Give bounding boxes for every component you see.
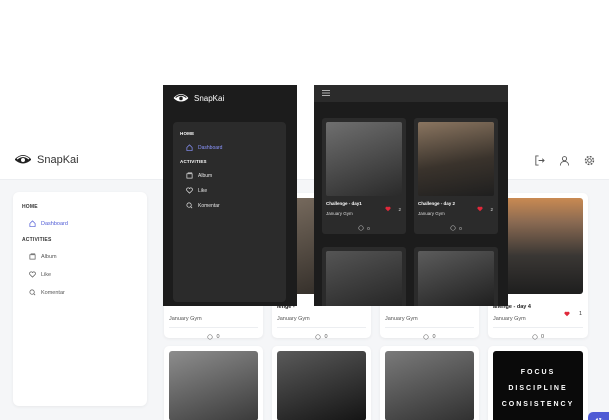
sidebar-item-dashboard[interactable]: Dashboard — [22, 216, 138, 231]
post-author: January Gym — [385, 316, 418, 322]
comment-count[interactable]: 0 — [488, 334, 588, 340]
post-title: Challenge - day 2 — [418, 201, 456, 206]
divider — [169, 327, 258, 328]
post-card[interactable] — [164, 346, 263, 420]
heart-icon — [385, 206, 392, 212]
app-background: SnapKai HOME Dashboard ACTIVITIES Album … — [0, 140, 609, 420]
post-author: January Gym — [493, 316, 526, 322]
mobile-topbar — [314, 85, 508, 102]
heart-icon — [477, 206, 484, 212]
settings-fab[interactable] — [588, 412, 609, 420]
comment-icon — [532, 334, 538, 340]
logout-icon[interactable] — [534, 155, 545, 166]
top-bar: SnapKai — [0, 140, 609, 180]
home-icon — [186, 144, 193, 151]
post-card[interactable] — [414, 247, 498, 306]
comment-icon — [423, 334, 430, 340]
heart-icon — [564, 311, 570, 317]
sidebar-panel: HOME Dashboard ACTIVITIES Album Like Kom… — [173, 122, 286, 302]
sidebar-section-activities: ACTIVITIES — [22, 237, 52, 243]
post-card[interactable]: FOCUS DISCIPLINE CONSISTENCY — [488, 346, 588, 420]
sidebar-item-label: Album — [41, 253, 57, 260]
sidebar-item-label: Like — [198, 187, 208, 194]
sidebar-item-label: Album — [198, 172, 213, 179]
post-image[interactable] — [277, 351, 366, 420]
album-icon — [29, 253, 36, 260]
gear-icon[interactable] — [584, 155, 595, 166]
sidebar-section-home: HOME — [180, 131, 195, 136]
sidebar: HOME Dashboard ACTIVITIES Album Like Kom… — [13, 192, 147, 406]
post-author: January Gym — [169, 316, 202, 322]
comment-count[interactable]: 0 — [414, 225, 498, 231]
sidebar-item-label: Komentar — [198, 202, 220, 209]
post-card[interactable] — [322, 247, 406, 306]
post-card[interactable]: Challenge - day1 January Gym 2 0 — [322, 118, 406, 234]
post-image[interactable] — [385, 351, 474, 420]
brand[interactable]: SnapKai — [14, 153, 79, 166]
focus-poster[interactable]: FOCUS DISCIPLINE CONSISTENCY — [493, 351, 583, 420]
sidebar-item-dashboard[interactable]: Dashboard — [180, 141, 279, 154]
comment-icon — [315, 334, 322, 340]
home-icon — [29, 220, 36, 227]
sidebar-item-album[interactable]: Album — [22, 249, 138, 264]
post-image[interactable] — [169, 351, 258, 420]
comment-count[interactable]: 0 — [380, 334, 479, 340]
sidebar-item-label: Like — [41, 271, 52, 278]
comment-count[interactable]: 0 — [322, 225, 406, 231]
sidebar-section-home: HOME — [22, 204, 38, 210]
like-count: 2 — [490, 206, 493, 212]
post-card[interactable] — [272, 346, 371, 420]
sidebar-item-like[interactable]: Like — [22, 267, 138, 282]
like-button[interactable]: 2 — [477, 206, 493, 212]
comment-icon — [358, 225, 364, 231]
sidebar-item-like[interactable]: Like — [180, 184, 279, 197]
like-count: 2 — [398, 206, 401, 212]
sidebar-section-activities: ACTIVITIES — [180, 159, 207, 164]
like-button[interactable]: 1 — [564, 311, 582, 317]
divider — [277, 327, 366, 328]
post-author: January Gym — [418, 211, 445, 216]
post-card[interactable]: Challenge - day 2 January Gym 2 0 — [414, 118, 498, 234]
comment-icon — [29, 289, 36, 296]
poster-line: CONSISTENCY — [501, 401, 575, 408]
post-title: Challenge - day1 — [326, 201, 362, 206]
post-author: January Gym — [326, 211, 353, 216]
sidebar-item-label: Komentar — [41, 289, 65, 296]
poster-line: FOCUS — [520, 369, 556, 376]
comment-icon — [207, 334, 214, 340]
heart-icon — [29, 271, 36, 278]
brand-name: SnapKai — [194, 93, 225, 103]
post-image[interactable] — [418, 122, 494, 196]
poster-line: DISCIPLINE — [508, 385, 568, 392]
sidebar-item-label: Dashboard — [198, 144, 223, 151]
mobile-feed-dark: Challenge - day1 January Gym 2 0 Challen… — [314, 85, 508, 306]
sidebar-item-komentar[interactable]: Komentar — [22, 285, 138, 300]
brand[interactable]: SnapKai — [163, 85, 297, 111]
hamburger-menu-icon[interactable] — [322, 90, 330, 96]
mobile-sidebar-dark: SnapKai HOME Dashboard ACTIVITIES Album … — [163, 85, 297, 306]
sidebar-item-album[interactable]: Album — [180, 169, 279, 182]
album-icon — [186, 172, 193, 179]
post-author: January Gym — [277, 316, 310, 322]
comment-count[interactable]: 0 — [272, 334, 371, 340]
comment-count[interactable]: 0 — [164, 334, 263, 340]
logo-icon — [15, 155, 31, 164]
sidebar-item-komentar[interactable]: Komentar — [180, 199, 279, 212]
comment-icon — [450, 225, 456, 231]
sidebar-item-label: Dashboard — [41, 220, 68, 227]
comment-icon — [186, 202, 193, 209]
like-count: 1 — [578, 311, 582, 317]
like-button[interactable]: 2 — [385, 206, 401, 212]
post-image[interactable] — [326, 122, 402, 196]
topbar-actions — [534, 155, 595, 166]
divider — [493, 327, 583, 328]
brand-name: SnapKai — [37, 153, 79, 166]
post-image[interactable] — [326, 251, 402, 306]
divider — [385, 327, 474, 328]
logo-icon — [173, 94, 189, 102]
heart-icon — [186, 187, 193, 194]
user-icon[interactable] — [559, 155, 570, 166]
post-card[interactable] — [380, 346, 479, 420]
post-image[interactable] — [418, 251, 494, 306]
